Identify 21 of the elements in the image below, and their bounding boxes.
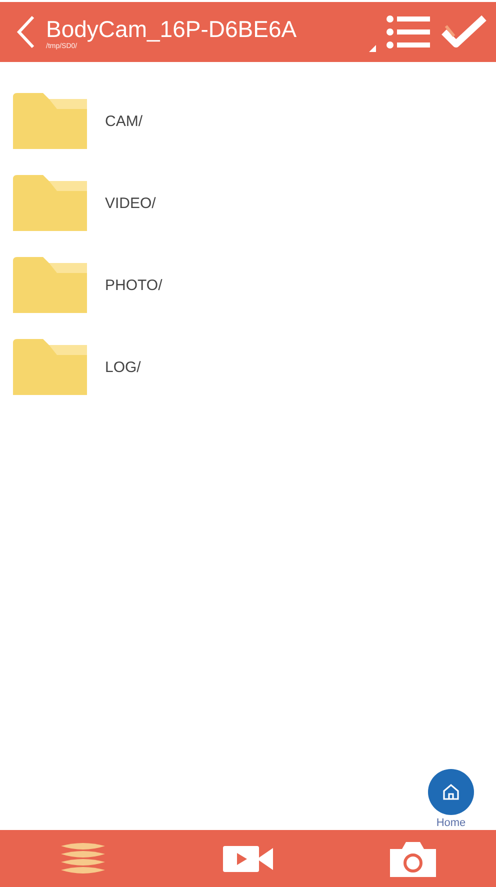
- dropdown-corner-icon[interactable]: [369, 45, 376, 52]
- home-button[interactable]: [428, 769, 474, 815]
- video-camera-icon: [222, 844, 273, 874]
- select-button[interactable]: [440, 14, 488, 50]
- folder-row[interactable]: VIDEO/: [0, 162, 496, 244]
- folder-row[interactable]: LOG/: [0, 326, 496, 408]
- device-title: BodyCam_16P-D6BE6A: [46, 14, 298, 42]
- folder-row[interactable]: PHOTO/: [0, 244, 496, 326]
- folder-name: VIDEO/: [105, 194, 156, 212]
- list-view-button[interactable]: [386, 14, 430, 50]
- folder-icon: [13, 175, 87, 231]
- house-icon: [441, 782, 461, 802]
- folder-name: CAM/: [105, 112, 142, 130]
- folder-name: PHOTO/: [105, 276, 162, 294]
- folder-icon: [13, 93, 87, 149]
- folder-name: LOG/: [105, 358, 141, 376]
- home-label: Home: [436, 817, 466, 829]
- folder-icon: [13, 257, 87, 313]
- folder-row[interactable]: CAM/: [0, 80, 496, 162]
- folder-icon: [13, 339, 87, 395]
- back-button[interactable]: [16, 15, 36, 49]
